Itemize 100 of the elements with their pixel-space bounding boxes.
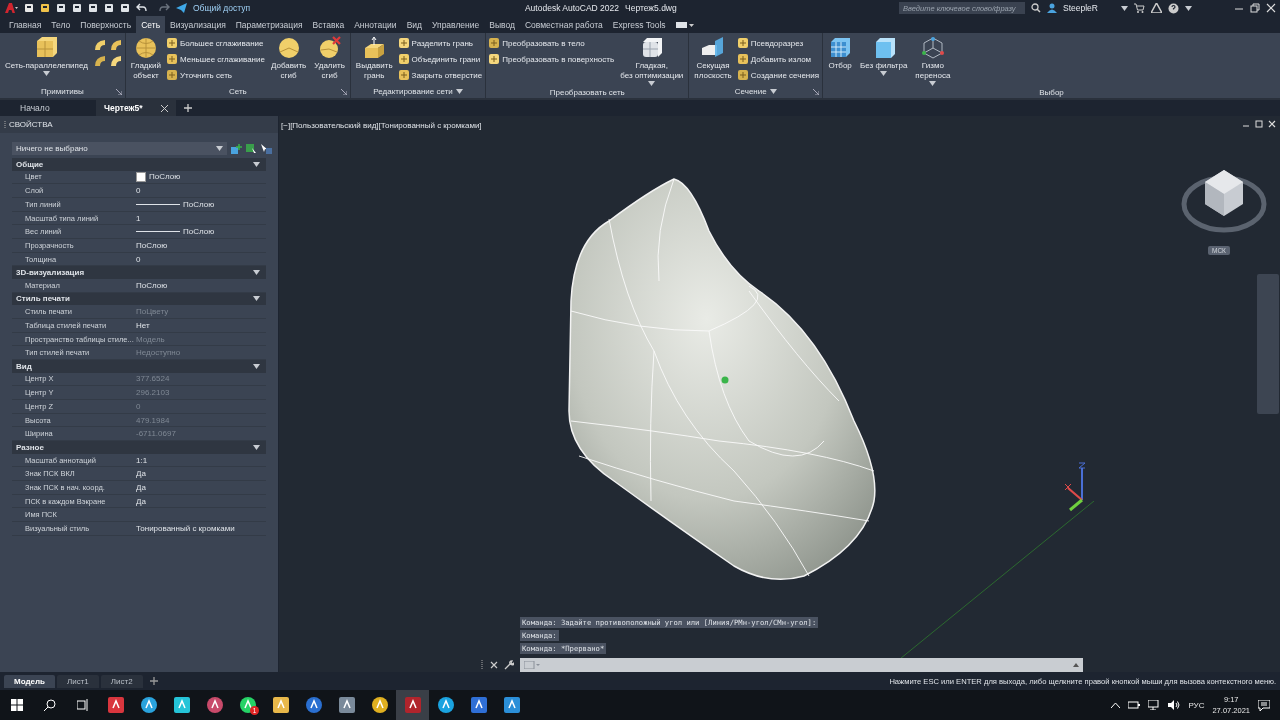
property-value[interactable]: 1 <box>136 213 141 223</box>
undo-icon[interactable] <box>136 3 150 13</box>
ribbon-button[interactable]: Отбор <box>826 36 855 71</box>
notifications-icon[interactable] <box>1258 699 1270 711</box>
property-value[interactable]: ПоСлою <box>183 199 215 209</box>
share-icon[interactable] <box>176 3 187 13</box>
command-input[interactable] <box>520 658 1083 672</box>
ribbon-button[interactable]: Разделить грань <box>398 36 483 50</box>
ribbon-tab[interactable]: Аннотации <box>349 16 402 33</box>
panel-title[interactable]: Редактирование сети <box>373 87 453 96</box>
toolbar-file-icon[interactable] <box>104 3 114 13</box>
property-value[interactable]: Да <box>136 469 146 479</box>
panel-title[interactable]: Примитивы <box>41 87 84 96</box>
collapse-caret-icon[interactable] <box>253 296 260 302</box>
add-layout-icon[interactable] <box>149 677 158 685</box>
search-icon[interactable] <box>1031 3 1041 13</box>
ribbon-tab[interactable]: Главная <box>4 16 47 33</box>
select-objects-icon[interactable] <box>246 143 257 154</box>
property-value[interactable]: 1:1 <box>136 455 148 465</box>
toolbar-file-icon[interactable] <box>24 3 34 13</box>
toggle-pickadd-icon[interactable] <box>231 143 242 154</box>
property-value[interactable]: 0 <box>136 254 141 264</box>
viewport-control[interactable]: [−] <box>281 121 291 130</box>
network-icon[interactable] <box>1148 700 1161 710</box>
dialog-launcher-icon[interactable] <box>115 89 122 95</box>
panel-title[interactable]: Преобразовать сеть <box>549 87 625 97</box>
ribbon-button[interactable]: Преобразовать в тело <box>489 36 615 50</box>
mesh-primitive-icon[interactable] <box>93 39 106 51</box>
ribbon-tab[interactable]: Параметризация <box>230 16 308 33</box>
ribbon-tab[interactable]: Express Tools <box>607 16 671 33</box>
ribbon-button[interactable]: Преобразовать в поверхность <box>489 52 615 66</box>
share-button[interactable]: Общий доступ <box>193 3 251 13</box>
ribbon-tab[interactable]: Вывод <box>484 16 520 33</box>
close-icon[interactable] <box>490 661 498 669</box>
volume-icon[interactable] <box>1168 700 1181 710</box>
ribbon-button[interactable]: Объединить грани <box>398 52 483 66</box>
ribbon-button[interactable]: Меньшее сглаживание <box>166 52 265 66</box>
property-value[interactable]: ПоСлою <box>149 172 181 182</box>
property-value[interactable]: ПоСлою <box>183 227 215 237</box>
grip-icon[interactable] <box>481 660 484 670</box>
property-value[interactable]: Тонированный с кромками <box>136 523 235 533</box>
property-value[interactable]: Да <box>136 496 146 506</box>
cart-icon[interactable] <box>1134 3 1145 13</box>
document-tab[interactable]: Начало <box>12 100 96 116</box>
section-header[interactable]: Вид <box>16 361 32 371</box>
ribbon-tab[interactable]: Вид <box>401 16 427 33</box>
section-header[interactable]: Стиль печати <box>16 294 70 304</box>
toolbar-file-icon[interactable] <box>56 3 66 13</box>
selection-dropdown[interactable]: Ничего не выбрано <box>12 142 227 155</box>
quick-select-icon[interactable] <box>261 143 272 154</box>
dialog-launcher-icon[interactable] <box>340 89 347 95</box>
panel-title[interactable]: Сечение <box>734 87 767 96</box>
ribbon-button[interactable]: Без фильтра <box>858 36 910 71</box>
triangle-logo-icon[interactable] <box>1151 3 1162 13</box>
property-value[interactable]: ПоСлою <box>136 240 168 250</box>
collapse-caret-icon[interactable] <box>253 161 260 167</box>
toolbar-file-icon[interactable] <box>88 3 98 13</box>
property-value[interactable]: 0 <box>136 186 141 196</box>
restore-icon[interactable] <box>1255 120 1263 128</box>
ribbon-tab[interactable]: Поверхность <box>75 16 137 33</box>
ribbon-button[interactable]: Выдавить грань <box>353 36 395 81</box>
ribbon-button[interactable]: Создание сечения <box>737 68 820 82</box>
toolbar-file-icon[interactable] <box>120 3 130 13</box>
layout-tab[interactable]: Лист1 <box>57 674 99 688</box>
dialog-launcher-icon[interactable] <box>813 89 820 95</box>
ribbon-button[interactable]: Секущая плоскость <box>692 36 734 81</box>
mesh-primitive-icon[interactable] <box>93 55 106 67</box>
property-value[interactable]: Да <box>136 482 146 492</box>
section-header[interactable]: Общие <box>16 159 44 169</box>
expand-icon[interactable] <box>1073 663 1079 667</box>
ribbon-tab[interactable]: Управление <box>427 16 485 33</box>
toolbar-file-icon[interactable] <box>40 3 50 13</box>
panel-title[interactable]: Сеть <box>228 87 247 96</box>
layout-tab[interactable]: Лист2 <box>100 674 143 688</box>
ribbon-button[interactable]: Добавить излом <box>737 52 820 66</box>
mesh-primitive-icon[interactable] <box>109 39 122 51</box>
layout-tab[interactable]: Модель <box>4 674 55 688</box>
ribbon-tab[interactable]: Тело <box>46 16 76 33</box>
viewport-control[interactable]: [Пользовательский вид] <box>290 121 379 130</box>
ribbon-button[interactable]: Гладкая, без оптимизации <box>618 36 686 81</box>
ribbon-button[interactable]: Большее сглаживание <box>166 36 265 50</box>
ribbon-tab[interactable]: Совместная работа <box>520 16 608 33</box>
user-icon[interactable] <box>1047 3 1057 13</box>
language-indicator[interactable]: РУС <box>1188 700 1205 710</box>
collapse-caret-icon[interactable] <box>253 444 260 450</box>
property-value[interactable]: Нет <box>136 320 150 330</box>
workspace-dropdown-icon[interactable] <box>675 20 694 29</box>
ribbon-tab[interactable]: Сеть <box>136 16 166 33</box>
ribbon-tab[interactable]: Вставка <box>307 16 350 33</box>
user-name[interactable]: SteepleR <box>1063 3 1115 13</box>
collapse-caret-icon[interactable] <box>253 363 260 369</box>
help-icon[interactable] <box>1168 2 1179 14</box>
section-header[interactable]: Разное <box>16 442 44 452</box>
ribbon-button[interactable]: Закрыть отверстие <box>398 68 483 82</box>
ribbon-tab[interactable]: Визуализация <box>165 16 231 33</box>
collapse-caret-icon[interactable] <box>253 270 260 276</box>
viewport-control[interactable]: [Тонированный с кромками] <box>378 121 482 130</box>
close-icon[interactable] <box>161 104 168 112</box>
chevron-up-icon[interactable] <box>1111 702 1121 708</box>
document-tab[interactable]: Чертеж5* <box>96 100 176 116</box>
